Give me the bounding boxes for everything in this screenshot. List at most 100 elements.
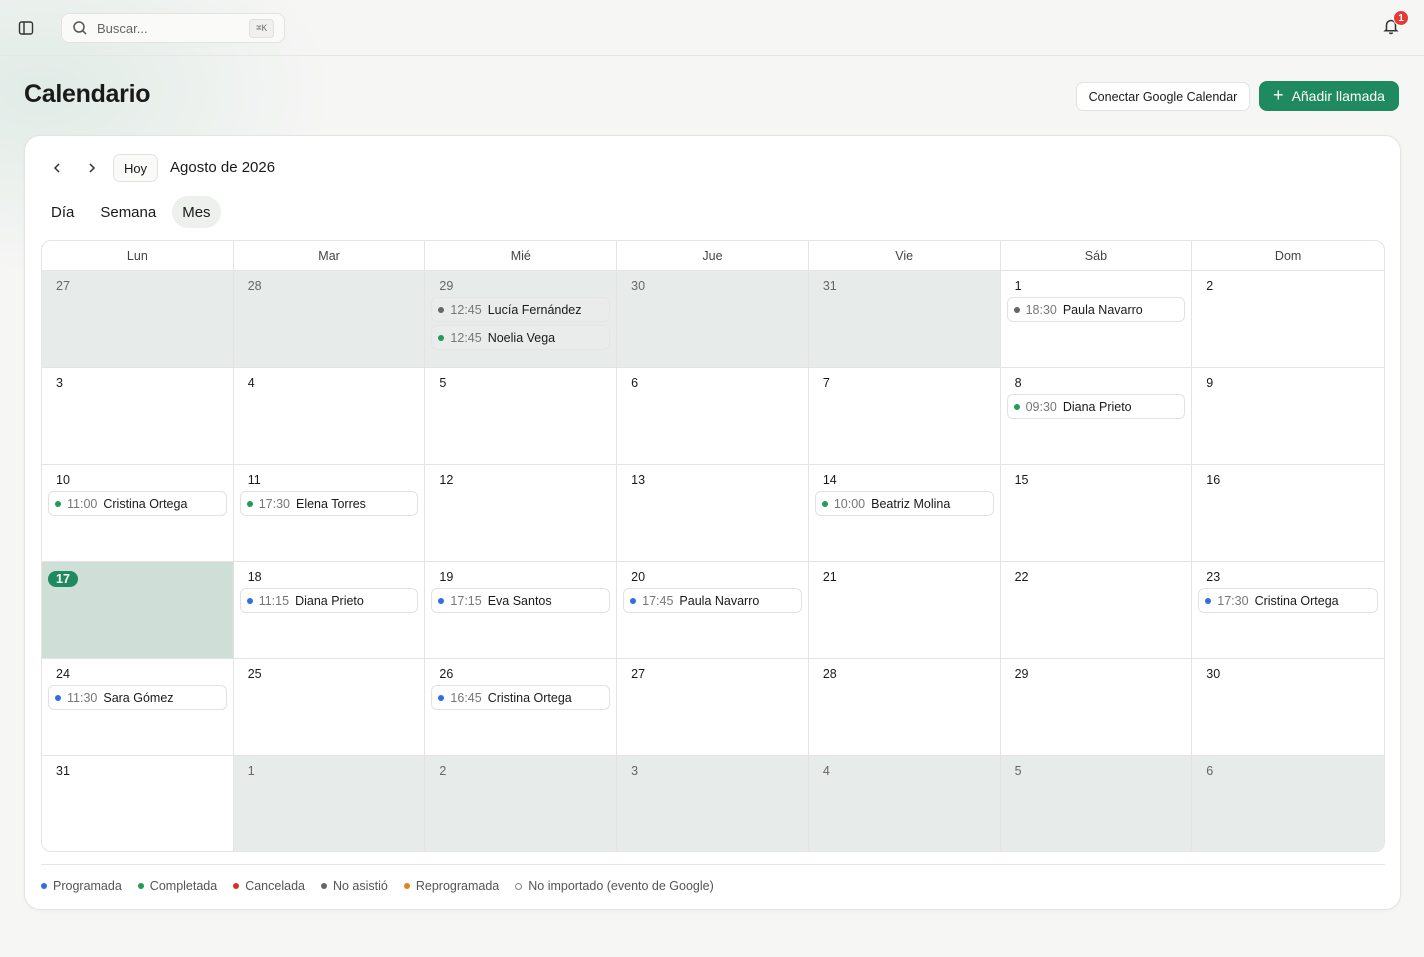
day-cell[interactable]: 2 <box>425 756 618 851</box>
day-cell[interactable]: 4 <box>808 756 1001 851</box>
event-time: 11:00 <box>67 496 98 511</box>
day-cell[interactable]: 19 17:15 Eva Santos <box>425 562 618 659</box>
day-cell[interactable]: 24 11:30 Sara Gómez <box>42 659 234 756</box>
weekday-label: Sáb <box>1001 241 1193 270</box>
search-box[interactable]: ⌘K <box>61 13 285 43</box>
day-cell[interactable]: 30 <box>1192 659 1384 756</box>
day-cell[interactable]: 26 16:45 Cristina Ortega <box>425 659 618 756</box>
event-time: 12:45 <box>450 302 482 317</box>
day-cell[interactable]: 28 <box>233 271 426 368</box>
day-number: 30 <box>631 279 646 293</box>
day-cell[interactable]: 7 <box>808 368 1001 465</box>
day-cell[interactable]: 1 <box>233 756 426 851</box>
day-number: 5 <box>1014 764 1022 778</box>
day-cell[interactable]: 6 <box>617 368 809 465</box>
today-button[interactable]: Hoy <box>113 154 158 182</box>
day-cell[interactable]: 15 <box>1000 465 1193 562</box>
chevron-right-icon <box>89 163 96 173</box>
legend-item: No asistió <box>320 879 388 893</box>
day-number: 27 <box>631 667 646 681</box>
day-cell[interactable]: 18 11:15 Diana Prieto <box>233 562 426 659</box>
day-cell[interactable]: 4 <box>233 368 426 465</box>
legend-item: Cancelada <box>233 879 305 893</box>
day-cell[interactable]: 5 <box>1000 756 1193 851</box>
calendar-event[interactable]: 11:00 Cristina Ortega <box>48 491 227 516</box>
legend-dot-icon <box>41 883 47 889</box>
status-dot-icon <box>821 500 828 507</box>
day-cell[interactable]: 28 <box>808 659 1001 756</box>
day-number: 1 <box>247 764 255 778</box>
day-cell[interactable]: 20 17:45 Paula Navarro <box>617 562 809 659</box>
calendar-event[interactable]: 17:45 Paula Navarro <box>623 588 802 613</box>
connect-google-calendar-button[interactable]: Conectar Google Calendar <box>1076 82 1250 111</box>
day-cell[interactable]: 11 17:30 Elena Torres <box>233 465 426 562</box>
day-cell[interactable]: 27 <box>617 659 809 756</box>
month-grid: Lun Mar Mié Jue Vie Sáb Dom 27 28 29 12:45 L… <box>41 240 1385 852</box>
day-cell[interactable]: 25 <box>233 659 426 756</box>
day-number: 18 <box>247 570 262 584</box>
day-cell[interactable]: 1 18:30 Paula Navarro <box>1000 271 1193 368</box>
day-number: 2 <box>439 764 447 778</box>
next-month-button[interactable] <box>82 158 102 178</box>
event-time: 17:15 <box>450 593 482 608</box>
day-cell[interactable]: 3 <box>42 368 234 465</box>
day-cell[interactable]: 31 <box>808 271 1001 368</box>
add-call-button[interactable]: + Añadir llamada <box>1259 81 1399 111</box>
event-time: 17:30 <box>1217 593 1249 608</box>
day-cell[interactable]: 3 <box>617 756 809 851</box>
day-cell[interactable]: 10 11:00 Cristina Ortega <box>42 465 234 562</box>
day-number: 26 <box>439 667 454 681</box>
day-cell[interactable]: 13 <box>617 465 809 562</box>
tab-month[interactable]: Mes <box>172 196 221 228</box>
day-cell[interactable]: 29 <box>1000 659 1193 756</box>
status-dot-icon <box>246 500 253 507</box>
day-cell[interactable]: 21 <box>808 562 1001 659</box>
day-number: 17 <box>48 571 78 587</box>
calendar-event[interactable]: 17:30 Elena Torres <box>239 491 419 516</box>
day-cell[interactable]: 30 <box>617 271 809 368</box>
sidebar-toggle-icon[interactable] <box>14 16 38 40</box>
day-number: 28 <box>247 279 262 293</box>
calendar-event[interactable]: 17:30 Cristina Ortega <box>1198 588 1378 613</box>
day-cell[interactable]: 16 <box>1192 465 1384 562</box>
day-number: 23 <box>1206 570 1221 584</box>
calendar-event[interactable]: 10:00 Beatriz Molina <box>814 491 994 516</box>
day-cell[interactable]: 22 <box>1000 562 1193 659</box>
day-cell[interactable]: 9 <box>1192 368 1384 465</box>
day-cell[interactable]: 17 <box>42 562 234 659</box>
day-cell[interactable]: 12 <box>425 465 618 562</box>
tab-day[interactable]: Día <box>41 196 84 228</box>
search-icon <box>72 19 90 37</box>
calendar-event[interactable]: 16:45 Cristina Ortega <box>431 685 611 710</box>
day-number: 14 <box>822 473 837 487</box>
weekday-label: Mié <box>425 241 618 270</box>
day-number: 5 <box>439 376 447 390</box>
legend-label: Cancelada <box>245 879 305 893</box>
calendar-event[interactable]: 11:30 Sara Gómez <box>48 685 227 710</box>
calendar-event[interactable]: 09:30 Diana Prieto <box>1006 394 1186 419</box>
previous-month-button[interactable] <box>47 158 67 178</box>
plus-icon: + <box>1273 85 1284 105</box>
day-cell[interactable]: 5 <box>425 368 618 465</box>
day-cell[interactable]: 29 12:45 Lucía Fernández 12:45 Noelia Vega <box>425 271 618 368</box>
weekday-label: Lun <box>42 241 234 270</box>
day-cell[interactable]: 31 <box>42 756 234 851</box>
tab-week[interactable]: Semana <box>90 196 166 228</box>
day-cell[interactable]: 2 <box>1192 271 1384 368</box>
day-cell[interactable]: 27 <box>42 271 234 368</box>
calendar-event[interactable]: 17:15 Eva Santos <box>431 588 611 613</box>
day-cell[interactable]: 14 10:00 Beatriz Molina <box>808 465 1001 562</box>
day-cell[interactable]: 6 <box>1192 756 1384 851</box>
legend-label: Reprogramada <box>415 879 500 893</box>
calendar-event[interactable]: 12:45 Noelia Vega <box>431 325 611 350</box>
search-input[interactable] <box>97 20 237 36</box>
day-number: 19 <box>439 570 454 584</box>
calendar-event[interactable]: 11:15 Diana Prieto <box>239 588 419 613</box>
legend-dot-icon <box>320 883 327 889</box>
event-time: 12:45 <box>450 330 482 345</box>
day-cell[interactable]: 8 09:30 Diana Prieto <box>1000 368 1193 465</box>
calendar-event[interactable]: 12:45 Lucía Fernández <box>431 297 611 322</box>
day-cell[interactable]: 23 17:30 Cristina Ortega <box>1192 562 1384 659</box>
status-dot-icon <box>438 597 445 604</box>
calendar-event[interactable]: 18:30 Paula Navarro <box>1006 297 1186 322</box>
